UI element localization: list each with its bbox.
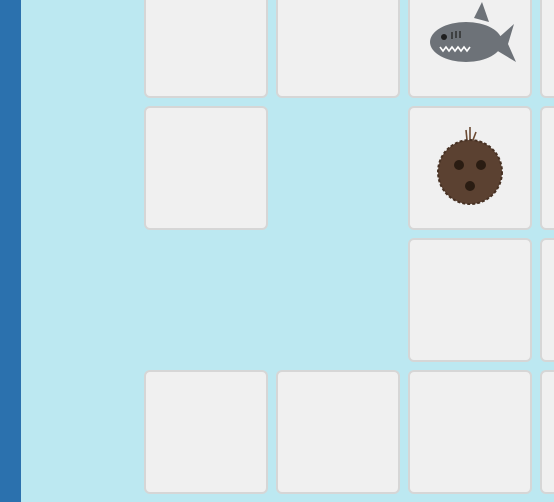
game-board (0, 0, 554, 502)
board-tile-r3-c2[interactable] (408, 370, 532, 494)
board-tile-r3-c3[interactable] (540, 370, 554, 494)
board-tile-r1-c3[interactable] (540, 106, 554, 230)
coconut-icon (437, 127, 503, 205)
shark-icon (430, 2, 516, 62)
board-tile-r1-c2[interactable] (408, 106, 532, 230)
board-tile-r0-c1[interactable] (276, 0, 400, 98)
board-tile-r3-c1[interactable] (276, 370, 400, 494)
board-tile-r0-c0[interactable] (144, 0, 268, 98)
side-panel-edge (0, 0, 21, 502)
board-tile-r2-c2[interactable] (408, 238, 532, 362)
board-tile-r2-c3[interactable] (540, 238, 554, 362)
board-tile-r3-c0[interactable] (144, 370, 268, 494)
board-tile-r0-c2[interactable] (408, 0, 532, 98)
board-tile-r0-c3[interactable] (540, 0, 554, 98)
board-tile-r1-c0[interactable] (144, 106, 268, 230)
